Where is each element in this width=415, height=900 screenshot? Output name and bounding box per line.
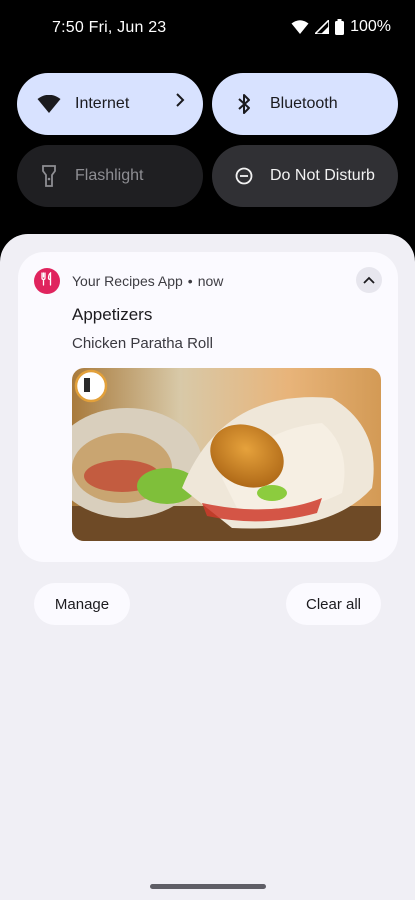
collapse-button[interactable] — [356, 267, 382, 293]
chevron-right-icon — [175, 93, 185, 112]
tile-do-not-disturb[interactable]: Do Not Disturb — [212, 145, 398, 207]
tile-internet[interactable]: Internet — [17, 73, 203, 135]
separator: • — [187, 273, 193, 289]
status-icons: 100% — [291, 18, 391, 36]
tile-flashlight[interactable]: Flashlight — [17, 145, 203, 207]
battery-icon — [335, 19, 345, 35]
date: Fri, Jun 23 — [88, 19, 167, 36]
tile-label: Flashlight — [75, 167, 144, 184]
clock: 7:50 — [52, 19, 84, 36]
battery-percent: 100% — [350, 18, 391, 35]
status-time: 7:50 Fri, Jun 23 — [52, 19, 166, 37]
tile-label: Internet — [75, 95, 130, 112]
tile-label: Bluetooth — [270, 95, 338, 112]
flashlight-icon — [35, 162, 63, 190]
wifi-icon — [291, 20, 309, 34]
status-bar: 7:50 Fri, Jun 23 100% — [0, 0, 415, 58]
clear-all-button[interactable]: Clear all — [286, 583, 381, 625]
notification-text: Chicken Paratha Roll — [72, 335, 213, 352]
app-icon — [34, 268, 60, 294]
notification-time: now — [197, 273, 224, 289]
wifi-icon — [35, 90, 63, 118]
dnd-icon — [230, 162, 258, 190]
fork-knife-icon — [40, 271, 54, 291]
app-name: Your Recipes App — [72, 273, 183, 289]
gesture-nav-bar[interactable] — [150, 884, 266, 889]
manage-button[interactable]: Manage — [34, 583, 130, 625]
cell-signal-icon — [315, 20, 330, 34]
notification-header: Your Recipes App • now — [72, 273, 223, 289]
tile-label: Do Not Disturb — [270, 167, 375, 184]
chevron-up-icon — [363, 271, 375, 289]
tile-bluetooth[interactable]: Bluetooth — [212, 73, 398, 135]
notification-image — [72, 368, 381, 541]
bluetooth-icon — [230, 90, 258, 118]
notification-title: Appetizers — [72, 305, 153, 324]
